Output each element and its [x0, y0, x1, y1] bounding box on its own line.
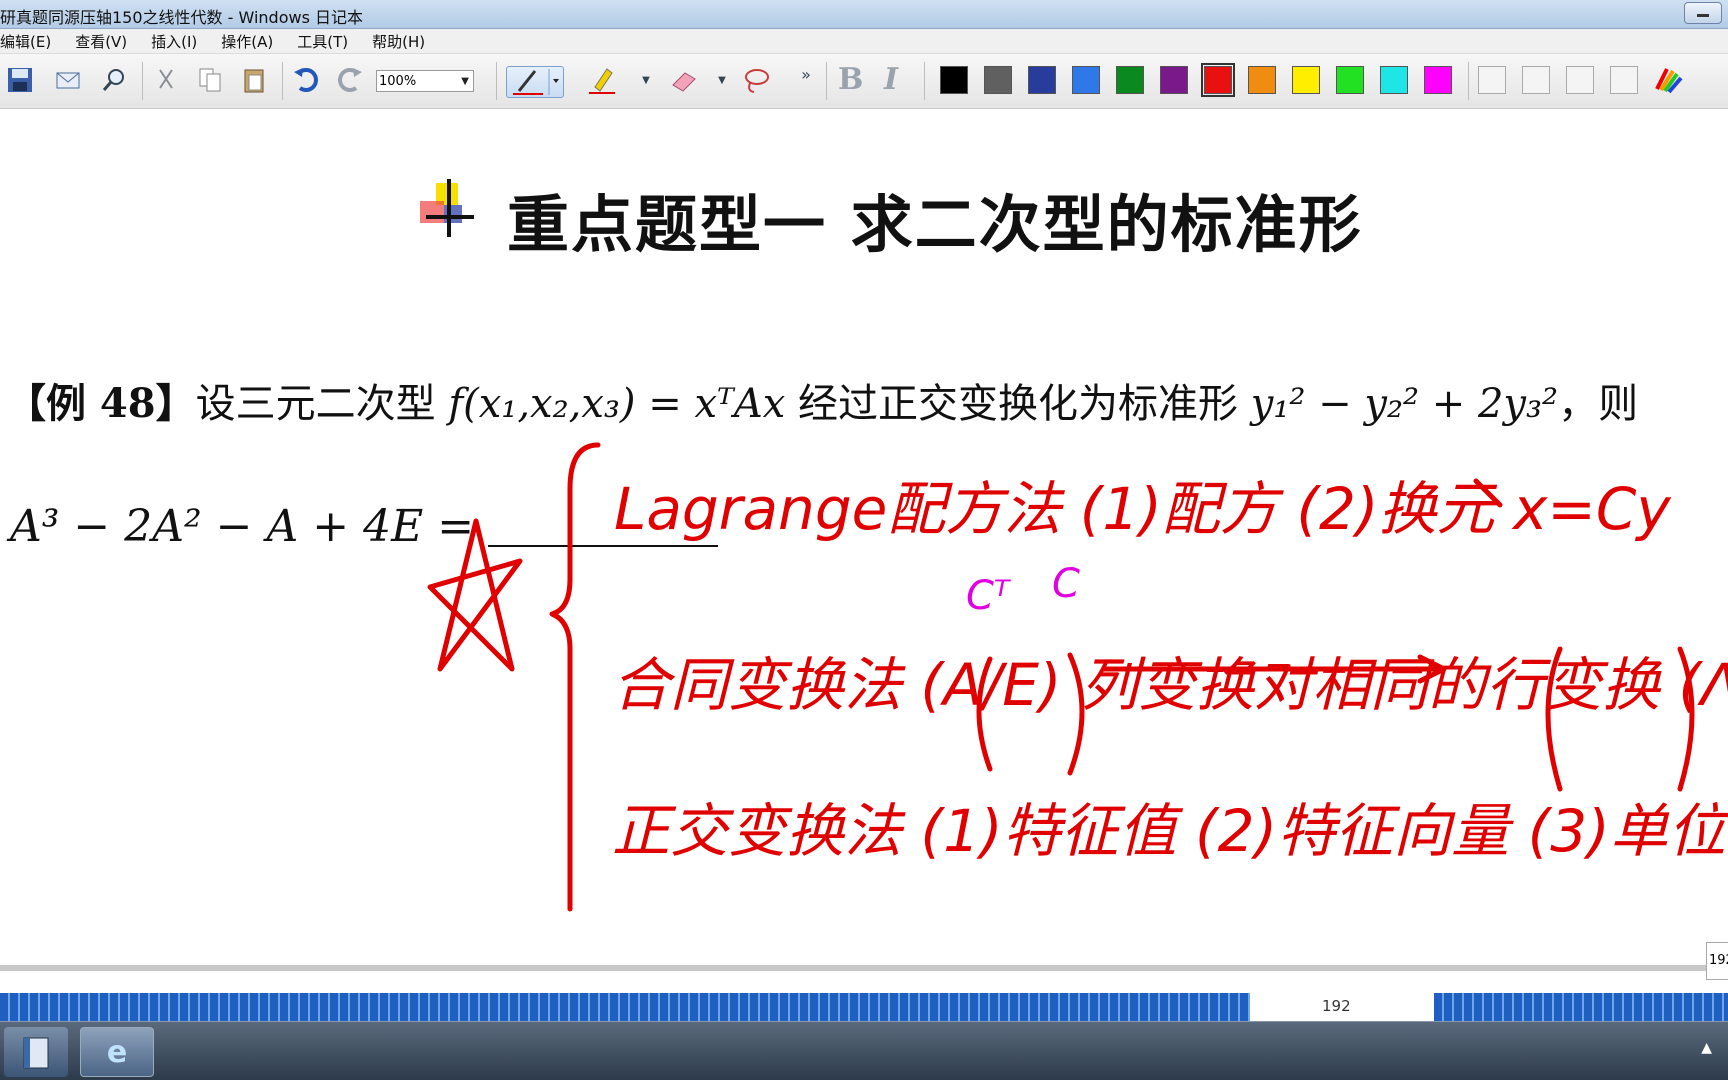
copy-icon[interactable] — [194, 64, 226, 96]
undo-icon[interactable] — [290, 64, 322, 96]
color-swatch[interactable] — [1201, 63, 1235, 97]
toolbar: 100% ▼ ▼ ▼ » B I — [0, 54, 1728, 109]
color-swatch[interactable] — [1072, 66, 1100, 94]
menu-bar: 编辑(E) 查看(V) 插入(I) 操作(A) 工具(T) 帮助(H) — [0, 29, 1728, 54]
handwriting-ink: Lagrange配方法 (1)配方 (2)换元 x=Cy 合同变换法 (A/E)… — [427, 442, 1728, 912]
page-bar: 192 — [0, 971, 1728, 1021]
color-swatch[interactable] — [1248, 66, 1276, 94]
page-side-number: 192 — [1706, 942, 1728, 980]
menu-help[interactable]: 帮助(H) — [360, 31, 437, 52]
handwriting-line-2: 合同变换法 (A/E) 列变换对相同的行变换 (Λ/C) — [612, 651, 1728, 719]
chevron-down-icon[interactable]: ▼ — [706, 64, 738, 96]
title-bar: 研真题同源压轴150之线性代数 - Windows 日记本 — [0, 0, 1728, 29]
menu-tools[interactable]: 工具(T) — [285, 31, 360, 52]
cut-icon[interactable] — [150, 64, 182, 96]
c-annotation: C — [1052, 561, 1080, 607]
custom-color-slot[interactable] — [1610, 66, 1638, 94]
custom-color-slot[interactable] — [1522, 66, 1550, 94]
bold-button[interactable]: B — [838, 62, 863, 97]
pen-tool-button[interactable] — [506, 66, 564, 98]
pen-icon — [513, 69, 559, 95]
send-mail-icon[interactable] — [52, 64, 84, 96]
start-button[interactable] — [4, 1027, 68, 1077]
color-swatch[interactable] — [940, 66, 968, 94]
minimize-button[interactable] — [1684, 2, 1722, 24]
italic-button[interactable]: I — [884, 62, 898, 97]
curly-brace — [549, 442, 601, 912]
page-scroll-track[interactable] — [1434, 993, 1728, 1021]
window-title: 研真题同源压轴150之线性代数 - Windows 日记本 — [0, 8, 363, 27]
handwriting-line-1: Lagrange配方法 (1)配方 (2)换元 x=Cy — [614, 475, 1671, 543]
menu-insert[interactable]: 插入(I) — [139, 31, 209, 52]
color-swatch[interactable] — [1292, 66, 1320, 94]
chevron-up-icon[interactable]: ▲ — [1701, 1040, 1712, 1056]
color-swatch[interactable] — [1028, 66, 1056, 94]
color-chooser-icon[interactable] — [1652, 64, 1684, 96]
more-tools-button[interactable]: » — [790, 58, 822, 90]
taskbar: e ▲ — [0, 1021, 1728, 1080]
page-scroll-track[interactable] — [0, 993, 1250, 1021]
menu-view[interactable]: 查看(V) — [63, 31, 139, 52]
highlighter-icon[interactable] — [586, 64, 618, 96]
journal-window: 研真题同源压轴150之线性代数 - Windows 日记本 编辑(E) 查看(V… — [0, 0, 1728, 1080]
chevron-down-icon: ▼ — [461, 76, 469, 87]
zoom-select[interactable]: 100% ▼ — [376, 70, 474, 92]
note-page[interactable]: 重点题型一 求二次型的标准形 【例 48】设三元二次型 f(x₁,x₂,x₃) … — [0, 109, 1728, 965]
menu-actions[interactable]: 操作(A) — [209, 31, 285, 52]
page-number: 192 — [1322, 997, 1351, 1015]
redo-icon[interactable] — [334, 64, 366, 96]
color-swatch[interactable] — [1380, 66, 1408, 94]
zoom-value: 100% — [379, 74, 417, 89]
color-swatch[interactable] — [1160, 66, 1188, 94]
color-swatch[interactable] — [1336, 66, 1364, 94]
journal-app-icon — [23, 1037, 49, 1069]
eraser-icon[interactable] — [668, 64, 700, 96]
custom-color-slot[interactable] — [1478, 66, 1506, 94]
color-swatch[interactable] — [984, 66, 1012, 94]
lasso-icon[interactable] — [740, 64, 772, 96]
find-icon[interactable] — [98, 64, 130, 96]
c-transpose-annotation: Cᵀ — [966, 573, 1012, 619]
handwriting-line-3: 正交变换法 (1)特征值 (2)特征向量 (3)单位化 — [612, 797, 1728, 865]
star-mark — [427, 518, 523, 672]
save-icon[interactable] — [4, 64, 36, 96]
paste-icon[interactable] — [238, 64, 270, 96]
menu-edit[interactable]: 编辑(E) — [0, 31, 63, 52]
chevron-down-icon[interactable]: ▼ — [630, 64, 662, 96]
color-swatch[interactable] — [1424, 66, 1452, 94]
custom-color-slot[interactable] — [1566, 66, 1594, 94]
color-swatch[interactable] — [1116, 66, 1144, 94]
internet-explorer-icon[interactable]: e — [80, 1027, 154, 1077]
